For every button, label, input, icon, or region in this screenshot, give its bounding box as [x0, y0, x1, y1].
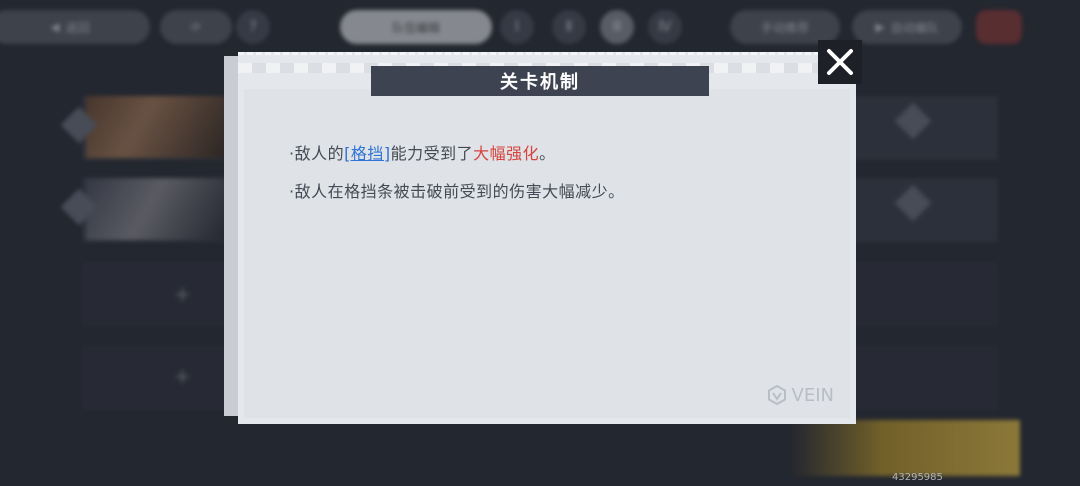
dialog-title: 关卡机制 [371, 66, 709, 96]
highlight-text: 大幅强化 [473, 144, 540, 163]
stage-mechanics-dialog: 关卡机制 ·敌人的[格挡]能力受到了大幅强化。 ·敌人在格挡条被击破前受到的伤害… [238, 52, 856, 424]
line-text: 。 [539, 144, 556, 163]
vein-logo: VEIN [766, 384, 834, 406]
mechanic-line-2: ·敌人在格挡条被击破前受到的伤害大幅减少。 [289, 181, 826, 203]
dialog-body [244, 89, 850, 418]
close-button[interactable] [818, 40, 862, 84]
line-text: 敌人的 [294, 144, 345, 163]
mechanic-line-1: ·敌人的[格挡]能力受到了大幅强化。 [289, 143, 826, 165]
block-keyword-link[interactable]: [格挡] [344, 144, 391, 163]
vein-logo-icon [767, 384, 786, 406]
dialog-title-text: 关卡机制 [500, 72, 580, 93]
line-text: 敌人在格挡条被击破前受到的伤害大幅减少。 [294, 182, 625, 201]
close-icon [827, 49, 853, 75]
player-uid: 43295985 [892, 472, 943, 483]
line-text: 能力受到了 [390, 144, 474, 163]
vein-logo-text: VEIN [791, 384, 834, 406]
mechanics-list: ·敌人的[格挡]能力受到了大幅强化。 ·敌人在格挡条被击破前受到的伤害大幅减少。 [289, 143, 826, 219]
